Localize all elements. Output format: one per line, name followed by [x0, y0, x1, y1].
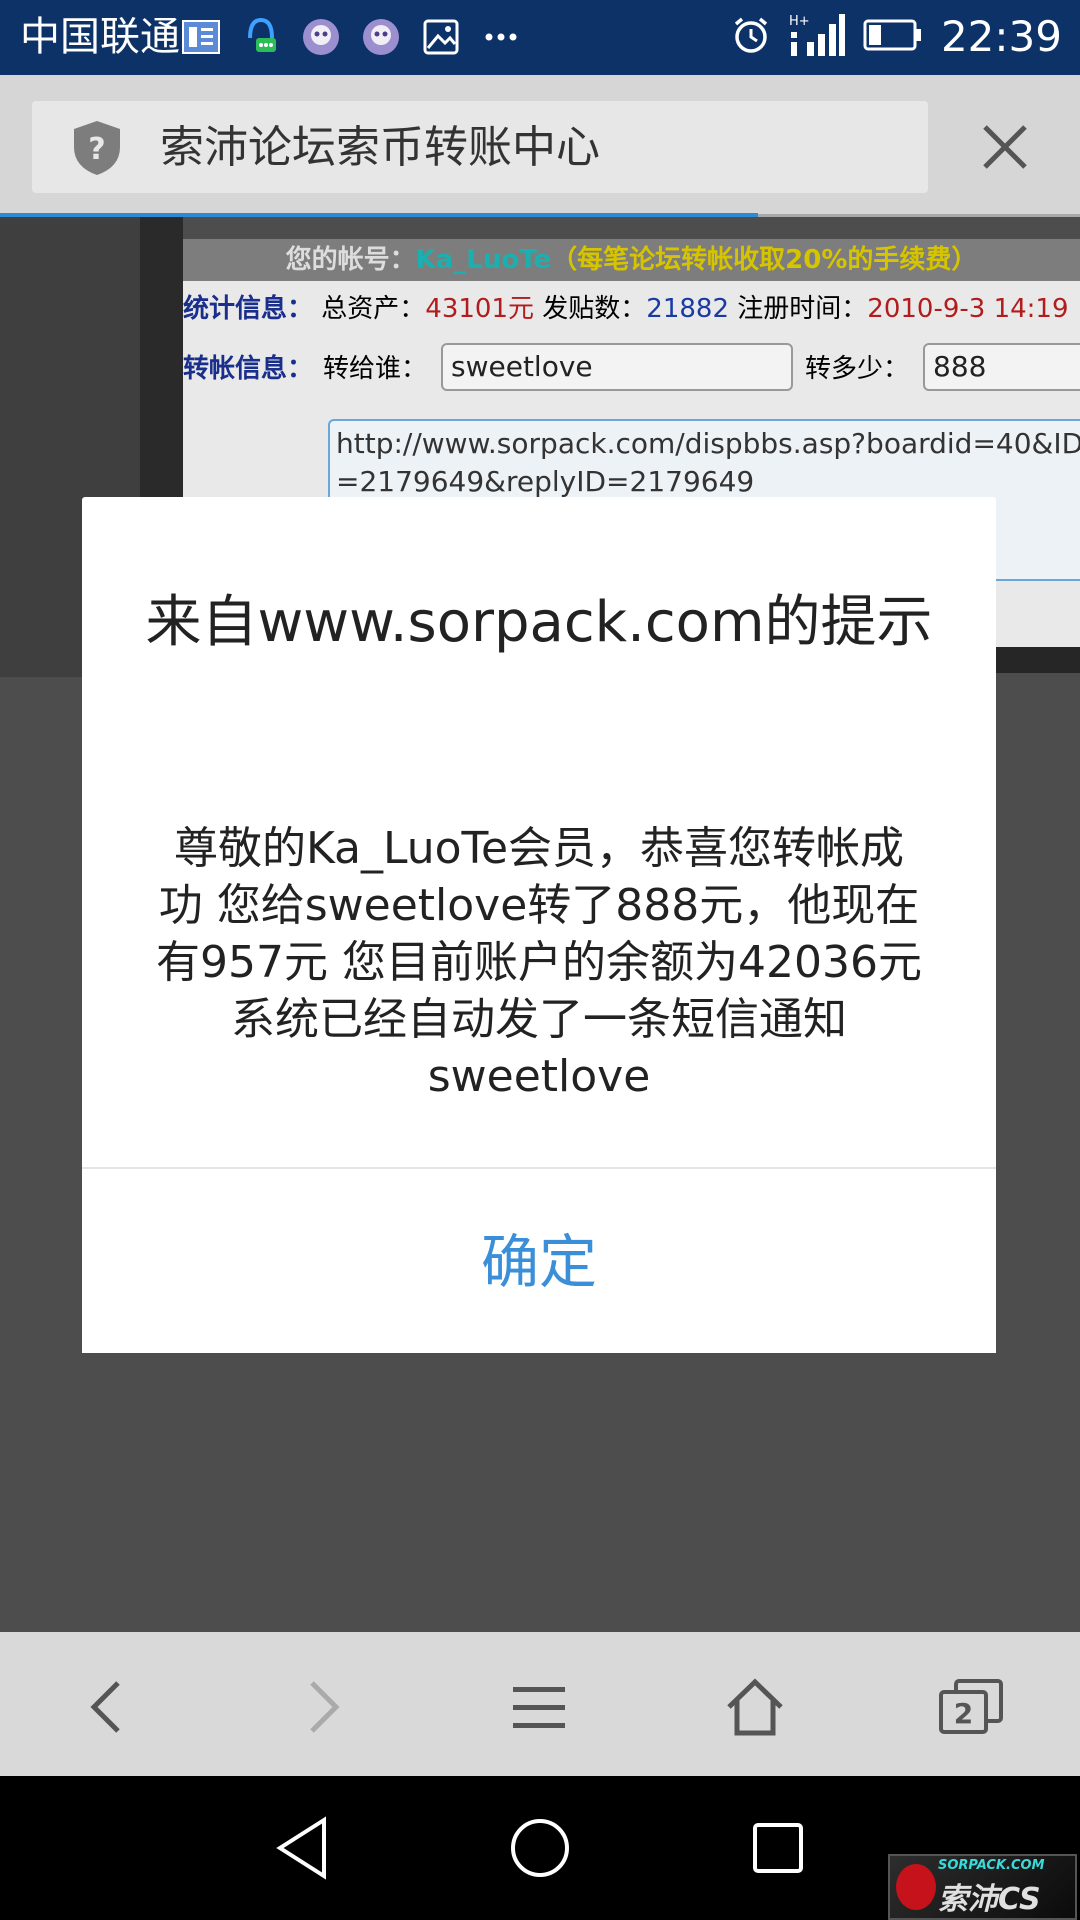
alarm-icon: [731, 15, 771, 59]
chat-app-icon: [238, 14, 284, 60]
notification-icons: [178, 14, 524, 60]
battery-icon: [863, 18, 923, 56]
watermark-brand: 索沛CS: [938, 1882, 1041, 1917]
posts-value: 21882: [646, 294, 730, 324]
posts-label: 发贴数：: [542, 294, 647, 324]
browser-bottom-toolbar: 2: [0, 1632, 1080, 1776]
close-icon[interactable]: [975, 117, 1035, 177]
transfer-label: 转帐信息：: [183, 354, 314, 384]
page-title: 索沛论坛索币转账中心: [160, 122, 600, 173]
avatar-icon: [358, 14, 404, 60]
account-row: 您的帐号：Ka_LuoTe（每笔论坛转帐收取20%的手续费）: [183, 239, 1080, 281]
stats-row: 统计信息： 总资产：43101元 发贴数：21882 注册时间：2010-9-3…: [183, 287, 1080, 331]
home-icon[interactable]: [710, 1662, 800, 1752]
site-watermark: SORPACK.COM 索沛CS: [888, 1854, 1077, 1920]
total-assets-value: 43101元: [425, 294, 535, 324]
stats-label: 统计信息：: [183, 294, 314, 324]
news-app-icon: [178, 14, 224, 60]
to-label: 转给谁：: [323, 354, 428, 384]
system-status: H+ 22:39: [731, 10, 1062, 64]
clock: 22:39: [940, 12, 1062, 61]
watermark-logo-icon: [896, 1864, 936, 1910]
nav-home-icon[interactable]: [500, 1808, 580, 1888]
more-icon: [478, 14, 524, 60]
carrier-name: 中国联通: [20, 14, 180, 60]
account-name: Ka_LuoTe: [415, 245, 552, 275]
dialog-message: 尊敬的Ka_LuoTe会员，恭喜您转帐成功 您给sweetlove转了888元，…: [156, 823, 922, 1102]
account-label: 您的帐号：: [285, 245, 416, 275]
total-assets-label: 总资产：: [321, 294, 426, 324]
avatar-icon: [298, 14, 344, 60]
amount-label: 转多少：: [805, 354, 910, 384]
dialog-title: 来自www.sorpack.com的提示: [145, 590, 933, 655]
address-bar[interactable]: ? 索沛论坛索币转账中心: [32, 101, 928, 193]
image-icon: [418, 14, 464, 60]
nav-recents-icon[interactable]: [738, 1808, 818, 1888]
amount-input[interactable]: 888: [923, 343, 1080, 391]
register-value: 2010-9-3 14:19: [867, 294, 1069, 324]
ok-button[interactable]: 确定: [82, 1169, 996, 1353]
forward-icon[interactable]: [278, 1662, 368, 1752]
browser-toolbar: ? 索沛论坛索币转账中心: [0, 75, 1080, 218]
menu-icon[interactable]: [494, 1662, 584, 1752]
tabs-icon[interactable]: 2: [926, 1662, 1016, 1752]
transfer-row: 转帐信息： 转给谁： sweetlove 转多少： 888: [183, 339, 1080, 399]
svg-text:H+: H+: [789, 14, 810, 29]
fee-note: （每笔论坛转帐收取20%的手续费）: [551, 245, 978, 275]
watermark-site: SORPACK.COM: [938, 1858, 1045, 1873]
status-bar: 中国联通 H+ 22:39: [0, 0, 1080, 75]
security-shield-icon[interactable]: ?: [70, 119, 124, 177]
signal-icon: H+: [789, 12, 845, 62]
svg-text:2: 2: [954, 1697, 973, 1730]
nav-back-icon[interactable]: [262, 1808, 342, 1888]
alert-dialog: 来自www.sorpack.com的提示 尊敬的Ka_LuoTe会员，恭喜您转帐…: [82, 497, 996, 1353]
back-icon[interactable]: [62, 1662, 152, 1752]
svg-text:?: ?: [88, 132, 105, 167]
register-label: 注册时间：: [737, 294, 868, 324]
recipient-input[interactable]: sweetlove: [441, 343, 793, 391]
